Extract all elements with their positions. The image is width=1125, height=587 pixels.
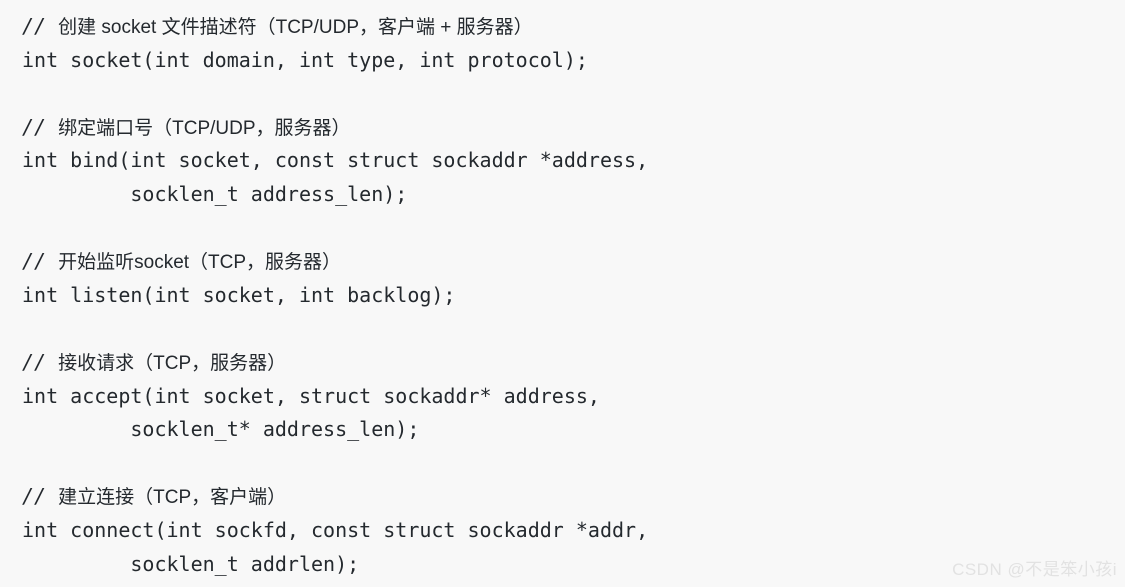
- csdn-watermark: CSDN @不是笨小孩i: [952, 560, 1117, 579]
- comment-marker: //: [22, 349, 59, 374]
- comment-marker: //: [22, 114, 59, 139]
- code-line: socklen_t address_len);: [22, 181, 408, 206]
- comment-text: 开始监听socket（TCP，服务器）: [58, 252, 342, 274]
- code-snippet-block: // 创建 socket 文件描述符（TCP/UDP，客户端 + 服务器） int…: [0, 0, 1125, 587]
- code-lines-container: // 创建 socket 文件描述符（TCP/UDP，客户端 + 服务器） int…: [22, 10, 1125, 581]
- comment-text: 绑定端口号（TCP/UDP，服务器）: [58, 117, 351, 139]
- comment-marker: //: [22, 484, 59, 509]
- code-line: int connect(int sockfd, const struct soc…: [22, 517, 649, 542]
- code-comment-line: // 开始监听socket（TCP，服务器）: [22, 245, 1125, 279]
- comment-marker: //: [22, 14, 59, 38]
- code-line: int accept(int socket, struct sockaddr* …: [22, 383, 600, 408]
- code-line: socklen_t* address_len);: [22, 417, 420, 442]
- code-comment-line: // 建立连接（TCP，客户端）: [22, 480, 1125, 514]
- code-line: int listen(int socket, int backlog);: [22, 282, 456, 307]
- code-line: int bind(int socket, const struct sockad…: [22, 148, 649, 173]
- code-comment-line: // 绑定端口号（TCP/UDP，服务器）: [22, 111, 1125, 145]
- comment-marker: //: [22, 249, 59, 274]
- code-comment-line: // 接收请求（TCP，服务器）: [22, 346, 1125, 380]
- comment-text: 创建 socket 文件描述符（TCP/UDP，客户端 + 服务器）: [58, 17, 533, 38]
- code-comment-line: // 创建 socket 文件描述符（TCP/UDP，客户端 + 服务器）: [22, 10, 1125, 44]
- comment-text: 接收请求（TCP，服务器）: [58, 352, 287, 374]
- code-line: int socket(int domain, int type, int pro…: [22, 47, 588, 72]
- comment-text: 建立连接（TCP，客户端）: [58, 487, 287, 509]
